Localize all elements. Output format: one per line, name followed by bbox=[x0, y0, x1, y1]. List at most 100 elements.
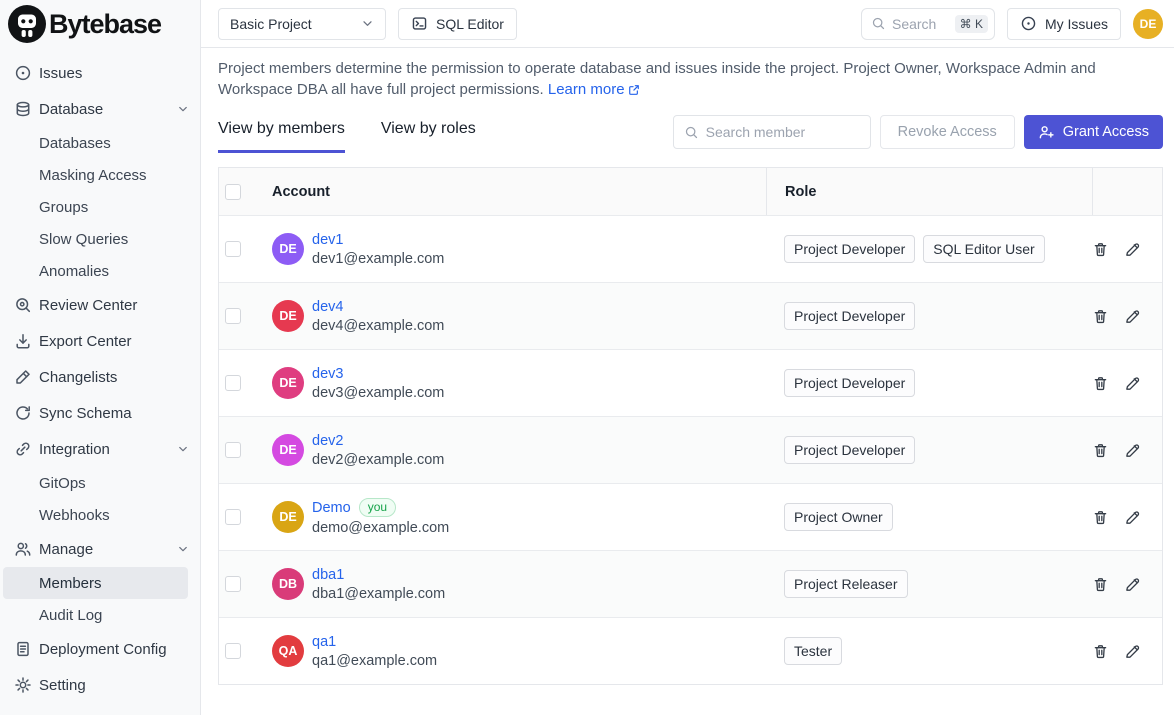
delete-member-icon[interactable] bbox=[1092, 442, 1109, 459]
role-badge: Project Owner bbox=[784, 503, 893, 531]
delete-member-icon[interactable] bbox=[1092, 308, 1109, 325]
search-member-input[interactable] bbox=[706, 124, 860, 140]
sidebar-nav: Issues Database Databases Masking Access… bbox=[0, 48, 200, 703]
sidebar-item-manage[interactable]: Manage bbox=[0, 531, 200, 567]
avatar: DE bbox=[272, 233, 304, 265]
grant-access-button[interactable]: Grant Access bbox=[1024, 115, 1163, 149]
member-name: qa1 bbox=[312, 634, 336, 650]
sidebar-item-label: Sync Schema bbox=[39, 405, 132, 422]
search-icon bbox=[871, 16, 886, 31]
sidebar-item-database[interactable]: Database bbox=[0, 91, 200, 127]
avatar: DE bbox=[272, 501, 304, 533]
table-row: DE Demo you demo@example.com Project Own… bbox=[219, 483, 1162, 550]
select-all-checkbox[interactable] bbox=[225, 184, 241, 200]
edit-member-icon[interactable] bbox=[1124, 375, 1141, 392]
global-search-input[interactable]: Search ⌘ K bbox=[861, 8, 995, 40]
grant-access-label: Grant Access bbox=[1063, 124, 1149, 140]
integration-icon bbox=[14, 440, 32, 458]
sidebar-item-groups[interactable]: Groups bbox=[0, 191, 200, 223]
sidebar-item-label: Groups bbox=[39, 199, 88, 216]
table-row: DE dev3 dev3@example.com Project Develop… bbox=[219, 349, 1162, 416]
sidebar-item-export-center[interactable]: Export Center bbox=[0, 323, 200, 359]
sidebar-item-label: Audit Log bbox=[39, 607, 102, 624]
member-name-link[interactable]: dev3 bbox=[312, 366, 444, 382]
delete-member-icon[interactable] bbox=[1092, 643, 1109, 660]
sidebar-item-gitops[interactable]: GitOps bbox=[0, 467, 200, 499]
edit-member-icon[interactable] bbox=[1124, 308, 1141, 325]
sidebar-item-setting[interactable]: Setting bbox=[0, 667, 200, 703]
avatar: DB bbox=[272, 568, 304, 600]
sidebar-item-audit-log[interactable]: Audit Log bbox=[0, 599, 200, 631]
select-row-checkbox[interactable] bbox=[225, 509, 241, 525]
members-table: Account Role DE dev1 dev1@example.com Pr… bbox=[218, 167, 1163, 685]
select-row-checkbox[interactable] bbox=[225, 241, 241, 257]
sync-schema-icon bbox=[14, 404, 32, 422]
sidebar-item-changelists[interactable]: Changelists bbox=[0, 359, 200, 395]
user-avatar[interactable]: DE bbox=[1133, 9, 1163, 39]
sidebar-item-masking-access[interactable]: Masking Access bbox=[0, 159, 200, 191]
delete-member-icon[interactable] bbox=[1092, 241, 1109, 258]
search-icon bbox=[684, 125, 699, 140]
member-name-link[interactable]: Demo you bbox=[312, 498, 449, 517]
delete-member-icon[interactable] bbox=[1092, 375, 1109, 392]
member-name-link[interactable]: qa1 bbox=[312, 634, 437, 650]
export-center-icon bbox=[14, 332, 32, 350]
table-row: DE dev2 dev2@example.com Project Develop… bbox=[219, 416, 1162, 483]
member-email: dev2@example.com bbox=[312, 452, 444, 468]
member-email: dev3@example.com bbox=[312, 385, 444, 401]
members-toolbar: View by members View by roles Revoke Acc… bbox=[218, 120, 1163, 153]
project-select[interactable]: Basic Project bbox=[218, 8, 386, 40]
chevron-down-icon bbox=[360, 16, 375, 31]
select-row-checkbox[interactable] bbox=[225, 643, 241, 659]
edit-member-icon[interactable] bbox=[1124, 241, 1141, 258]
member-name: dev2 bbox=[312, 433, 343, 449]
member-name-link[interactable]: dev4 bbox=[312, 299, 444, 315]
sidebar-item-issues[interactable]: Issues bbox=[0, 55, 200, 91]
select-row-checkbox[interactable] bbox=[225, 308, 241, 324]
edit-member-icon[interactable] bbox=[1124, 576, 1141, 593]
select-row-checkbox[interactable] bbox=[225, 442, 241, 458]
member-name: dev4 bbox=[312, 299, 343, 315]
page-description: Project members determine the permission… bbox=[218, 58, 1163, 100]
sidebar-item-sync-schema[interactable]: Sync Schema bbox=[0, 395, 200, 431]
sidebar-item-slow-queries[interactable]: Slow Queries bbox=[0, 223, 200, 255]
sidebar-item-anomalies[interactable]: Anomalies bbox=[0, 255, 200, 287]
member-name-link[interactable]: dev2 bbox=[312, 433, 444, 449]
role-cell: Project Developer bbox=[766, 436, 1092, 464]
delete-member-icon[interactable] bbox=[1092, 576, 1109, 593]
learn-more-link[interactable]: Learn more bbox=[548, 79, 641, 100]
sidebar-item-deployment-config[interactable]: Deployment Config bbox=[0, 631, 200, 667]
role-badge: Project Releaser bbox=[784, 570, 908, 598]
changelists-icon bbox=[14, 368, 32, 386]
person-plus-icon bbox=[1038, 124, 1055, 141]
role-cell: Tester bbox=[766, 637, 1092, 665]
sidebar-item-members[interactable]: Members bbox=[3, 567, 188, 599]
topbar-right: Search ⌘ K My Issues DE bbox=[861, 8, 1163, 40]
role-badge: Project Developer bbox=[784, 302, 915, 330]
edit-member-icon[interactable] bbox=[1124, 643, 1141, 660]
sidebar-item-integration[interactable]: Integration bbox=[0, 431, 200, 467]
sidebar-item-databases[interactable]: Databases bbox=[0, 127, 200, 159]
tab-view-by-roles[interactable]: View by roles bbox=[381, 120, 476, 153]
revoke-access-button[interactable]: Revoke Access bbox=[880, 115, 1015, 149]
my-issues-icon bbox=[1020, 15, 1037, 32]
edit-member-icon[interactable] bbox=[1124, 509, 1141, 526]
sql-editor-label: SQL Editor bbox=[436, 16, 504, 32]
my-issues-label: My Issues bbox=[1045, 16, 1108, 32]
account-cell: DE dev2 dev2@example.com bbox=[272, 433, 766, 468]
edit-member-icon[interactable] bbox=[1124, 442, 1141, 459]
sidebar-item-webhooks[interactable]: Webhooks bbox=[0, 499, 200, 531]
member-name-link[interactable]: dev1 bbox=[312, 232, 444, 248]
tab-view-by-members[interactable]: View by members bbox=[218, 120, 345, 153]
member-name-link[interactable]: dba1 bbox=[312, 567, 445, 583]
my-issues-button[interactable]: My Issues bbox=[1007, 8, 1121, 40]
delete-member-icon[interactable] bbox=[1092, 509, 1109, 526]
sidebar-item-review-center[interactable]: Review Center bbox=[0, 287, 200, 323]
member-email: dev1@example.com bbox=[312, 251, 444, 267]
select-row-checkbox[interactable] bbox=[225, 375, 241, 391]
sidebar-item-label: Integration bbox=[39, 441, 110, 458]
sql-editor-button[interactable]: SQL Editor bbox=[398, 8, 517, 40]
column-header-account: Account bbox=[272, 184, 766, 200]
select-row-checkbox[interactable] bbox=[225, 576, 241, 592]
bytebase-logo[interactable]: Bytebase bbox=[0, 0, 200, 48]
